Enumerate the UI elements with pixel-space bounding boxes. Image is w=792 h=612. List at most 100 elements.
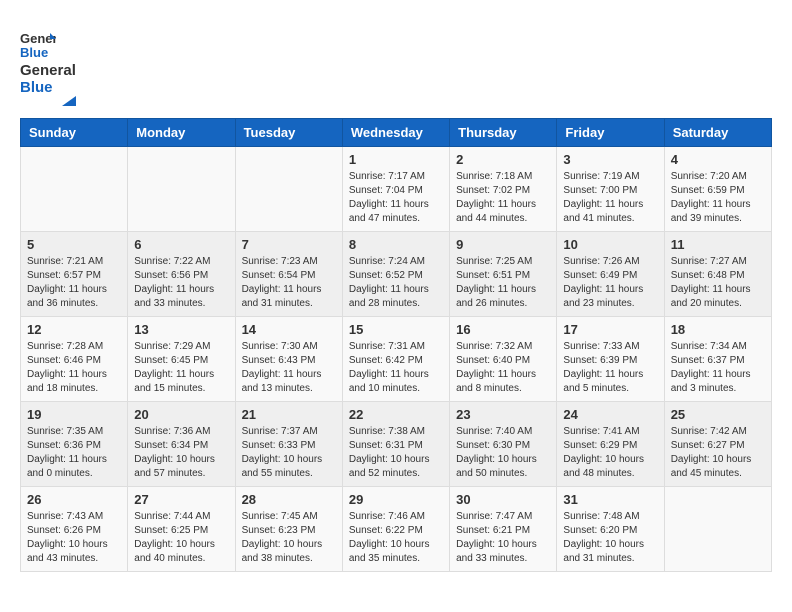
- day-cell: [664, 487, 771, 572]
- day-cell: 30 Sunrise: 7:47 AMSunset: 6:21 PMDayligh…: [450, 487, 557, 572]
- day-cell: 12 Sunrise: 7:28 AMSunset: 6:46 PMDayligh…: [21, 317, 128, 402]
- day-info: Sunrise: 7:45 AMSunset: 6:23 PMDaylight:…: [242, 510, 336, 566]
- header-friday: Friday: [557, 119, 664, 147]
- day-number: 30: [456, 492, 550, 507]
- day-number: 6: [134, 237, 228, 252]
- day-cell: [21, 147, 128, 232]
- day-number: 16: [456, 322, 550, 337]
- day-info: Sunrise: 7:42 AMSunset: 6:27 PMDaylight:…: [671, 425, 765, 481]
- day-number: 7: [242, 237, 336, 252]
- day-cell: 7 Sunrise: 7:23 AMSunset: 6:54 PMDaylight…: [235, 232, 342, 317]
- day-cell: 14 Sunrise: 7:30 AMSunset: 6:43 PMDayligh…: [235, 317, 342, 402]
- day-info: Sunrise: 7:34 AMSunset: 6:37 PMDaylight:…: [671, 340, 765, 396]
- header-monday: Monday: [128, 119, 235, 147]
- svg-text:Blue: Blue: [20, 45, 48, 60]
- week-row-2: 5Sunrise: 7:21 AMSunset: 6:57 PMDaylight…: [21, 232, 772, 317]
- day-cell: 8 Sunrise: 7:24 AMSunset: 6:52 PMDaylight…: [342, 232, 449, 317]
- day-info: Sunrise: 7:26 AMSunset: 6:49 PMDaylight:…: [563, 255, 657, 311]
- day-info: Sunrise: 7:41 AMSunset: 6:29 PMDaylight:…: [563, 425, 657, 481]
- day-cell: 11Sunrise: 7:27 AMSunset: 6:48 PMDayligh…: [664, 232, 771, 317]
- week-row-5: 26 Sunrise: 7:43 AMSunset: 6:26 PMDayligh…: [21, 487, 772, 572]
- logo-icon: General Blue: [20, 25, 56, 61]
- day-info: Sunrise: 7:32 AMSunset: 6:40 PMDaylight:…: [456, 340, 550, 396]
- day-number: 23: [456, 407, 550, 422]
- day-number: 3: [563, 152, 657, 167]
- day-number: 8: [349, 237, 443, 252]
- day-cell: 5Sunrise: 7:21 AMSunset: 6:57 PMDaylight…: [21, 232, 128, 317]
- day-number: 26: [27, 492, 121, 507]
- day-number: 19: [27, 407, 121, 422]
- logo: General Blue General Blue: [20, 25, 76, 108]
- day-cell: 18 Sunrise: 7:34 AMSunset: 6:37 PMDayligh…: [664, 317, 771, 402]
- logo-blue: Blue: [20, 80, 76, 97]
- day-cell: 24 Sunrise: 7:41 AMSunset: 6:29 PMDayligh…: [557, 402, 664, 487]
- day-number: 17: [563, 322, 657, 337]
- day-cell: 25 Sunrise: 7:42 AMSunset: 6:27 PMDayligh…: [664, 402, 771, 487]
- header-sunday: Sunday: [21, 119, 128, 147]
- day-number: 18: [671, 322, 765, 337]
- day-cell: 6 Sunrise: 7:22 AMSunset: 6:56 PMDaylight…: [128, 232, 235, 317]
- day-number: 5: [27, 237, 121, 252]
- day-info: Sunrise: 7:28 AMSunset: 6:46 PMDaylight:…: [27, 340, 121, 396]
- day-info: Sunrise: 7:29 AMSunset: 6:45 PMDaylight:…: [134, 340, 228, 396]
- logo-general: General: [20, 63, 76, 80]
- header-wednesday: Wednesday: [342, 119, 449, 147]
- day-number: 24: [563, 407, 657, 422]
- day-info: Sunrise: 7:20 AMSunset: 6:59 PMDaylight:…: [671, 170, 765, 226]
- day-cell: 29 Sunrise: 7:46 AMSunset: 6:22 PMDayligh…: [342, 487, 449, 572]
- day-cell: 22 Sunrise: 7:38 AMSunset: 6:31 PMDayligh…: [342, 402, 449, 487]
- day-cell: 21 Sunrise: 7:37 AMSunset: 6:33 PMDayligh…: [235, 402, 342, 487]
- day-number: 14: [242, 322, 336, 337]
- day-cell: [128, 147, 235, 232]
- week-row-1: 1Sunrise: 7:17 AMSunset: 7:04 PMDaylight…: [21, 147, 772, 232]
- day-cell: 28 Sunrise: 7:45 AMSunset: 6:23 PMDayligh…: [235, 487, 342, 572]
- day-info: Sunrise: 7:46 AMSunset: 6:22 PMDaylight:…: [349, 510, 443, 566]
- day-info: Sunrise: 7:33 AMSunset: 6:39 PMDaylight:…: [563, 340, 657, 396]
- day-cell: 9 Sunrise: 7:25 AMSunset: 6:51 PMDaylight…: [450, 232, 557, 317]
- day-number: 22: [349, 407, 443, 422]
- day-number: 20: [134, 407, 228, 422]
- day-info: Sunrise: 7:23 AMSunset: 6:54 PMDaylight:…: [242, 255, 336, 311]
- day-cell: 23Sunrise: 7:40 AMSunset: 6:30 PMDayligh…: [450, 402, 557, 487]
- day-cell: 15 Sunrise: 7:31 AMSunset: 6:42 PMDayligh…: [342, 317, 449, 402]
- day-cell: 2 Sunrise: 7:18 AMSunset: 7:02 PMDaylight…: [450, 147, 557, 232]
- day-info: Sunrise: 7:44 AMSunset: 6:25 PMDaylight:…: [134, 510, 228, 566]
- day-info: Sunrise: 7:38 AMSunset: 6:31 PMDaylight:…: [349, 425, 443, 481]
- day-info: Sunrise: 7:22 AMSunset: 6:56 PMDaylight:…: [134, 255, 228, 311]
- day-info: Sunrise: 7:24 AMSunset: 6:52 PMDaylight:…: [349, 255, 443, 311]
- day-info: Sunrise: 7:30 AMSunset: 6:43 PMDaylight:…: [242, 340, 336, 396]
- day-cell: 1Sunrise: 7:17 AMSunset: 7:04 PMDaylight…: [342, 147, 449, 232]
- day-info: Sunrise: 7:18 AMSunset: 7:02 PMDaylight:…: [456, 170, 550, 226]
- day-info: Sunrise: 7:25 AMSunset: 6:51 PMDaylight:…: [456, 255, 550, 311]
- day-number: 4: [671, 152, 765, 167]
- day-number: 29: [349, 492, 443, 507]
- day-info: Sunrise: 7:37 AMSunset: 6:33 PMDaylight:…: [242, 425, 336, 481]
- calendar: SundayMondayTuesdayWednesdayThursdayFrid…: [20, 118, 772, 572]
- day-number: 21: [242, 407, 336, 422]
- day-number: 2: [456, 152, 550, 167]
- day-cell: 19 Sunrise: 7:35 AMSunset: 6:36 PMDayligh…: [21, 402, 128, 487]
- day-info: Sunrise: 7:31 AMSunset: 6:42 PMDaylight:…: [349, 340, 443, 396]
- day-number: 15: [349, 322, 443, 337]
- day-cell: 3Sunrise: 7:19 AMSunset: 7:00 PMDaylight…: [557, 147, 664, 232]
- day-number: 27: [134, 492, 228, 507]
- day-number: 9: [456, 237, 550, 252]
- header-thursday: Thursday: [450, 119, 557, 147]
- day-info: Sunrise: 7:27 AMSunset: 6:48 PMDaylight:…: [671, 255, 765, 311]
- day-number: 31: [563, 492, 657, 507]
- day-cell: 27 Sunrise: 7:44 AMSunset: 6:25 PMDayligh…: [128, 487, 235, 572]
- day-cell: 16 Sunrise: 7:32 AMSunset: 6:40 PMDayligh…: [450, 317, 557, 402]
- day-info: Sunrise: 7:35 AMSunset: 6:36 PMDaylight:…: [27, 425, 121, 481]
- day-cell: [235, 147, 342, 232]
- day-info: Sunrise: 7:47 AMSunset: 6:21 PMDaylight:…: [456, 510, 550, 566]
- day-cell: 31 Sunrise: 7:48 AMSunset: 6:20 PMDayligh…: [557, 487, 664, 572]
- day-number: 28: [242, 492, 336, 507]
- day-number: 12: [27, 322, 121, 337]
- week-row-4: 19 Sunrise: 7:35 AMSunset: 6:36 PMDayligh…: [21, 402, 772, 487]
- day-info: Sunrise: 7:43 AMSunset: 6:26 PMDaylight:…: [27, 510, 121, 566]
- header-saturday: Saturday: [664, 119, 771, 147]
- day-number: 25: [671, 407, 765, 422]
- day-info: Sunrise: 7:48 AMSunset: 6:20 PMDaylight:…: [563, 510, 657, 566]
- day-cell: 17 Sunrise: 7:33 AMSunset: 6:39 PMDayligh…: [557, 317, 664, 402]
- header: General Blue General Blue: [20, 20, 772, 108]
